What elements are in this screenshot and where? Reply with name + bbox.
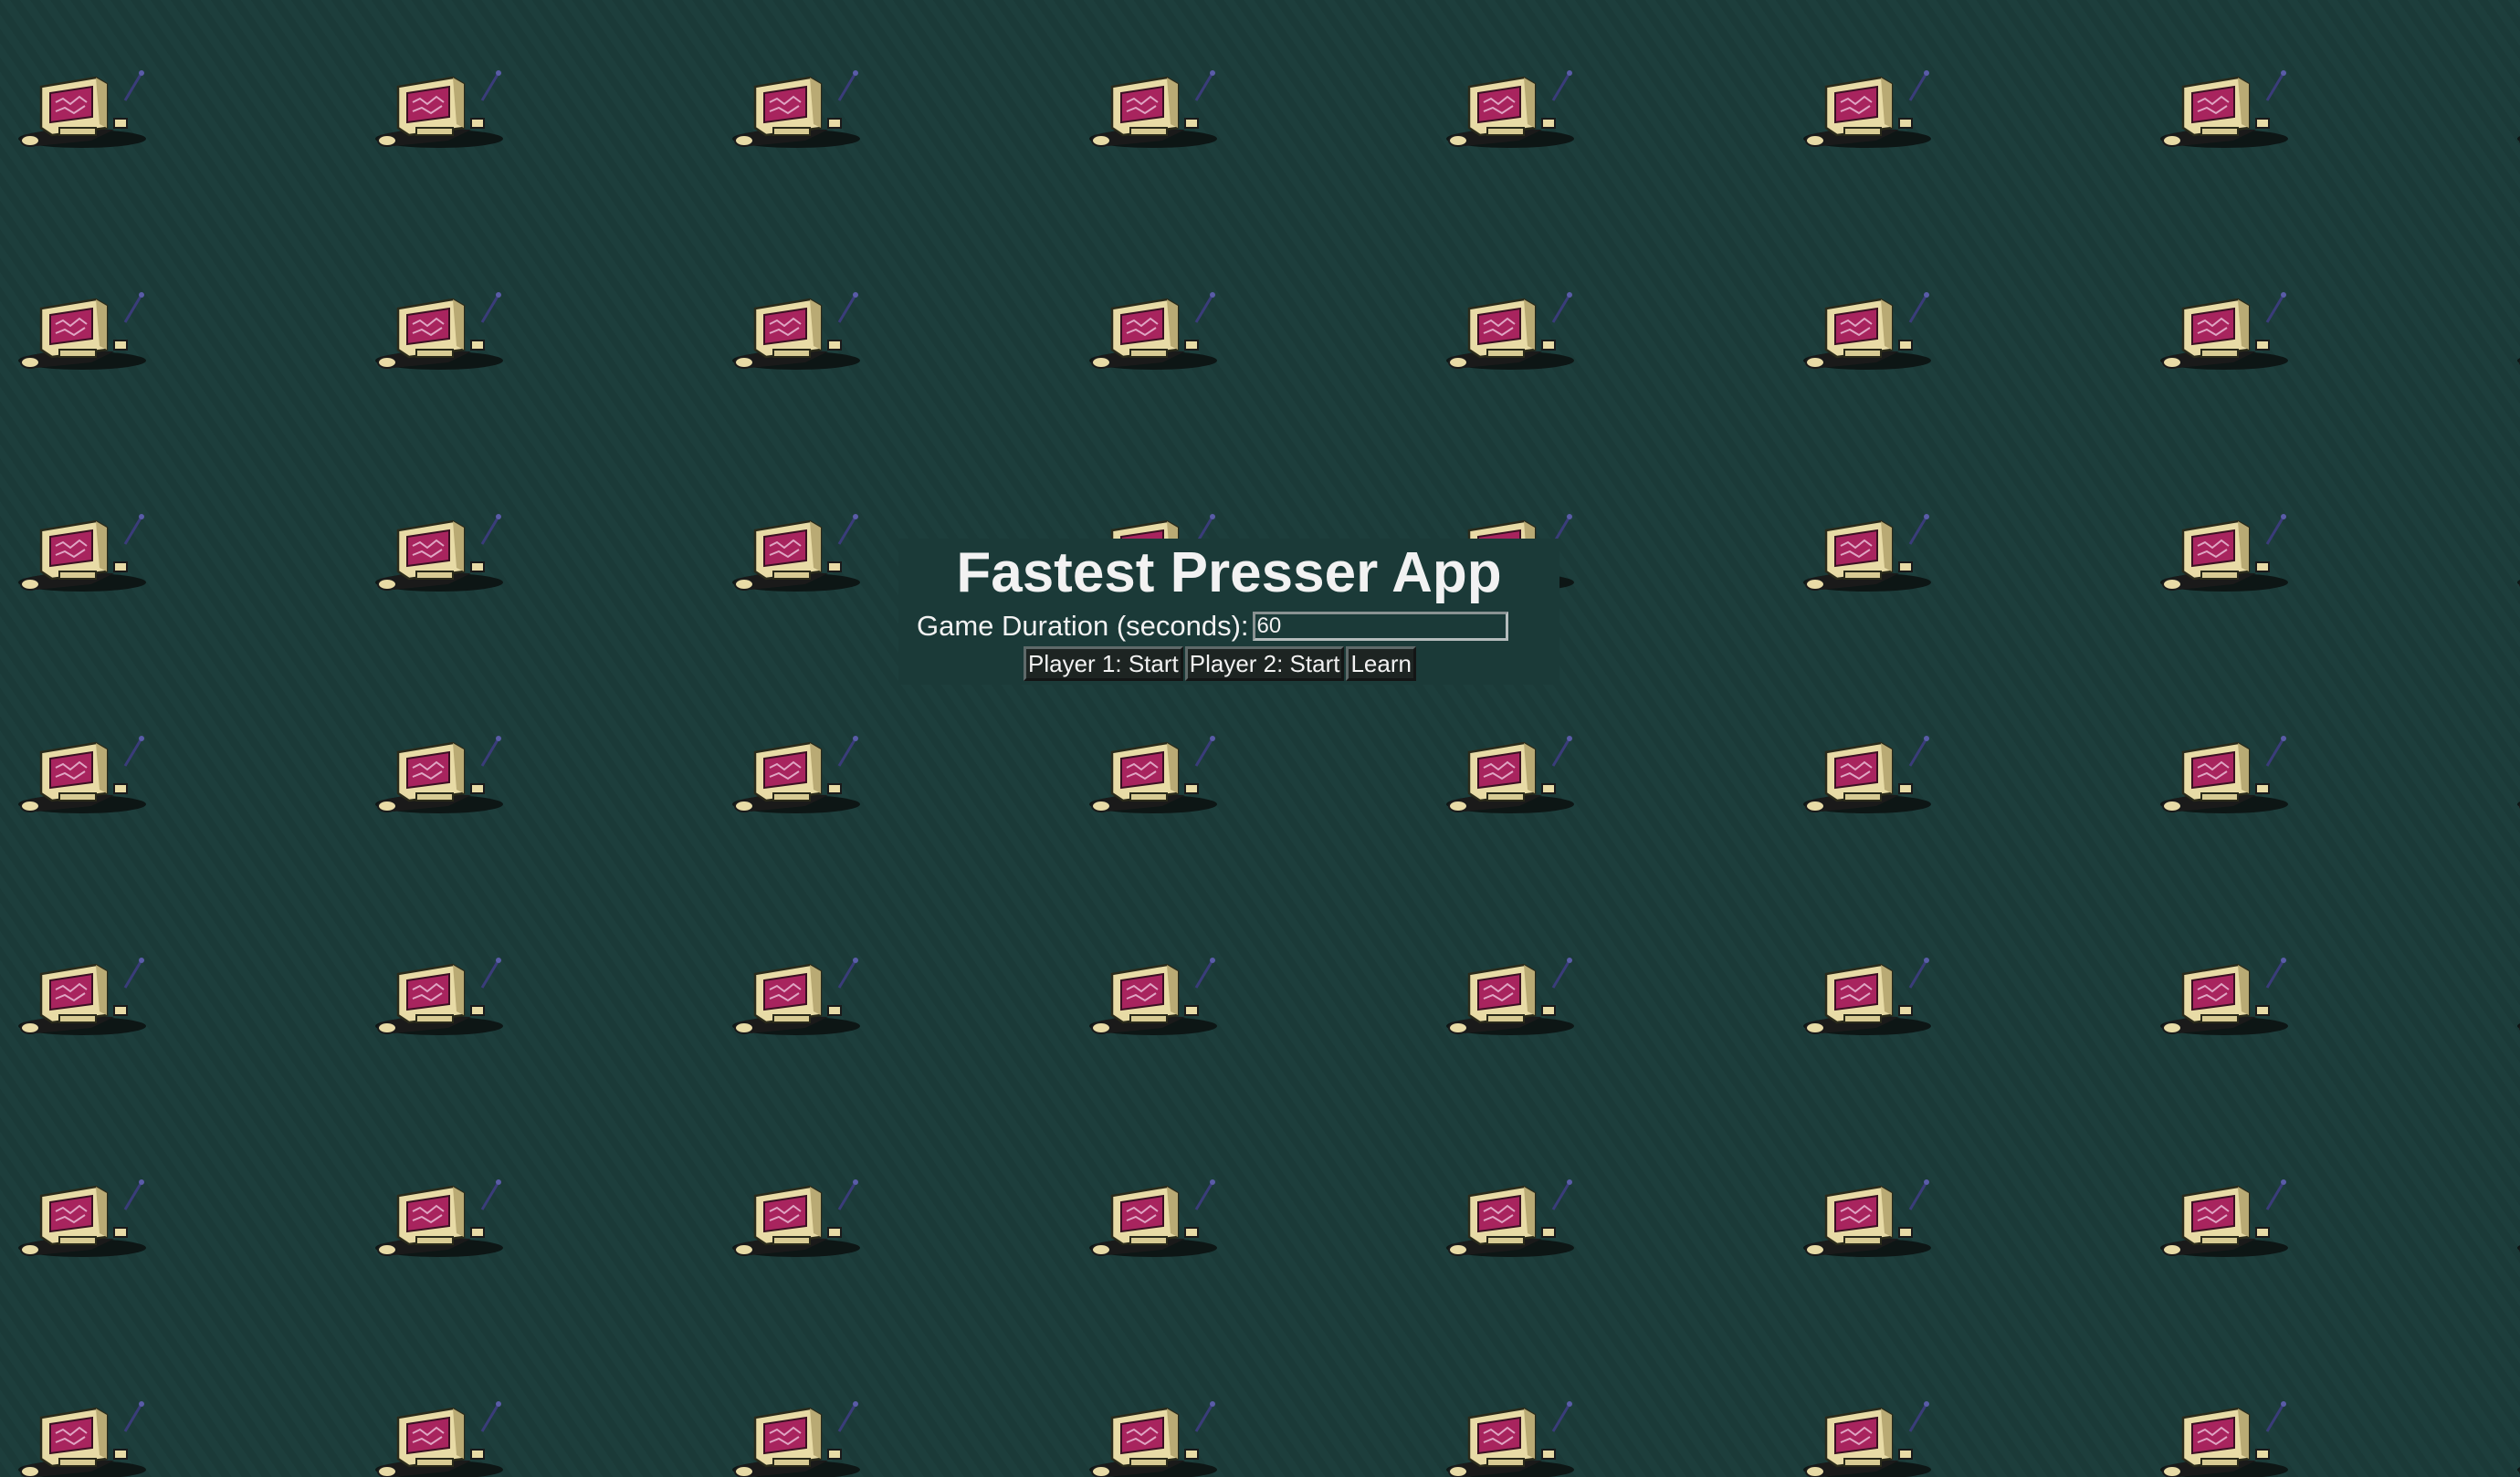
- duration-row: Game Duration (seconds):: [917, 608, 1508, 644]
- background-pattern: [0, 0, 2520, 1477]
- player1-start-button[interactable]: Player 1: Start: [1024, 646, 1183, 681]
- player2-start-button[interactable]: Player 2: Start: [1184, 646, 1345, 681]
- page-title: Fastest Presser App: [956, 541, 1502, 604]
- button-row: Player 1: Start Player 2: Start Learn: [1024, 646, 1416, 683]
- main-panel: Fastest Presser App Game Duration (secon…: [898, 539, 1559, 685]
- duration-input[interactable]: [1252, 612, 1508, 641]
- duration-label: Game Duration (seconds):: [917, 610, 1249, 642]
- learn-button[interactable]: Learn: [1346, 646, 1416, 681]
